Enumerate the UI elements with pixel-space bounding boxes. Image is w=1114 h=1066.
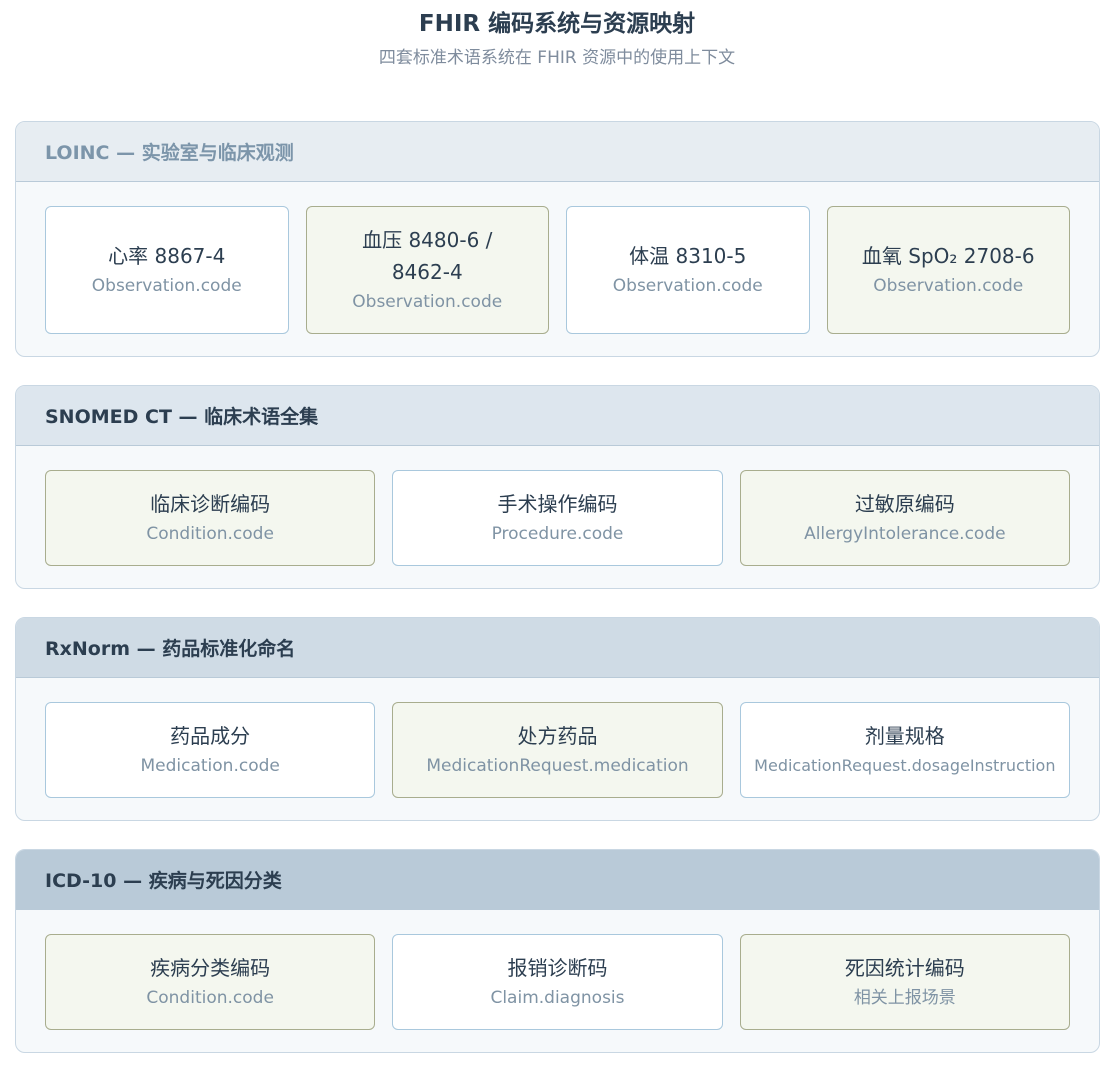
card-title: 血压 8480-6 / 8462-4 [362, 228, 493, 284]
card-title: 死因统计编码 [844, 956, 965, 980]
section-header: ICD-10 — 疾病与死因分类 [16, 850, 1099, 910]
card-row: 疾病分类编码 Condition.code 报销诊断码 Claim.diagno… [45, 934, 1070, 1030]
card-row: 临床诊断编码 Condition.code 手术操作编码 Procedure.c… [45, 470, 1070, 566]
mapping-card: 体温 8310-5 Observation.code [566, 206, 810, 334]
card-title: 血氧 SpO₂ 2708-6 [861, 244, 1035, 268]
section-loinc: LOINC — 实验室与临床观测 心率 8867-4 Observation.c… [15, 121, 1100, 357]
section-header: SNOMED CT — 临床术语全集 [16, 386, 1099, 446]
card-title: 过敏原编码 [854, 492, 955, 516]
card-title: 临床诊断编码 [150, 492, 271, 516]
mapping-card: 心率 8867-4 Observation.code [45, 206, 289, 334]
mapping-card: 血压 8480-6 / 8462-4 Observation.code [305, 206, 549, 334]
card-title: 处方药品 [517, 724, 598, 748]
card-row: 心率 8867-4 Observation.code 血压 8480-6 / 8… [45, 206, 1070, 334]
card-title: 药品成分 [170, 724, 251, 748]
mapping-card: 处方药品 MedicationRequest.medication [392, 702, 723, 798]
mapping-card: 疾病分类编码 Condition.code [45, 934, 376, 1030]
card-fhir-path: Claim.diagnosis [490, 988, 625, 1008]
mapping-card: 血氧 SpO₂ 2708-6 Observation.code [826, 206, 1070, 334]
section-rxnorm: RxNorm — 药品标准化命名 药品成分 Medication.code 处方… [15, 617, 1100, 821]
card-title: 心率 8867-4 [108, 244, 226, 268]
card-fhir-path: 相关上报场景 [853, 988, 956, 1008]
mapping-card: 过敏原编码 AllergyIntolerance.code [739, 470, 1070, 566]
card-fhir-path: Observation.code [612, 276, 763, 296]
mapping-card: 剂量规格 MedicationRequest.dosageInstruction [739, 702, 1070, 798]
card-title: 疾病分类编码 [150, 956, 271, 980]
section-header: LOINC — 实验室与临床观测 [16, 122, 1099, 182]
card-title: 报销诊断码 [507, 956, 608, 980]
card-fhir-path: Condition.code [146, 988, 274, 1008]
card-title: 手术操作编码 [497, 492, 618, 516]
card-fhir-path: Observation.code [91, 276, 242, 296]
header: FHIR 编码系统与资源映射 四套标准术语系统在 FHIR 资源中的使用上下文 [0, 8, 1114, 70]
section-icd-10: ICD-10 — 疾病与死因分类 疾病分类编码 Condition.code 报… [15, 849, 1100, 1053]
mapping-card: 手术操作编码 Procedure.code [392, 470, 723, 566]
card-fhir-path: MedicationRequest.dosageInstruction [754, 756, 1056, 775]
page-subtitle: 四套标准术语系统在 FHIR 资源中的使用上下文 [378, 48, 736, 68]
card-fhir-path: Condition.code [146, 524, 274, 544]
card-title: 体温 8310-5 [629, 244, 747, 268]
card-fhir-path: Observation.code [873, 276, 1024, 296]
card-fhir-path: Observation.code [352, 292, 503, 312]
card-fhir-path: MedicationRequest.medication [426, 756, 689, 776]
section-header: RxNorm — 药品标准化命名 [16, 618, 1099, 678]
card-title: 剂量规格 [864, 724, 945, 748]
page-title: FHIR 编码系统与资源映射 [418, 11, 696, 37]
section-snomed-ct: SNOMED CT — 临床术语全集 临床诊断编码 Condition.code… [15, 385, 1100, 589]
card-fhir-path: Medication.code [140, 756, 280, 776]
card-row: 药品成分 Medication.code 处方药品 MedicationRequ… [45, 702, 1070, 798]
mapping-card: 药品成分 Medication.code [45, 702, 376, 798]
card-fhir-path: AllergyIntolerance.code [804, 524, 1006, 544]
mapping-card: 临床诊断编码 Condition.code [45, 470, 376, 566]
card-fhir-path: Procedure.code [491, 524, 624, 544]
mapping-card: 死因统计编码 相关上报场景 [739, 934, 1070, 1030]
mapping-card: 报销诊断码 Claim.diagnosis [392, 934, 723, 1030]
